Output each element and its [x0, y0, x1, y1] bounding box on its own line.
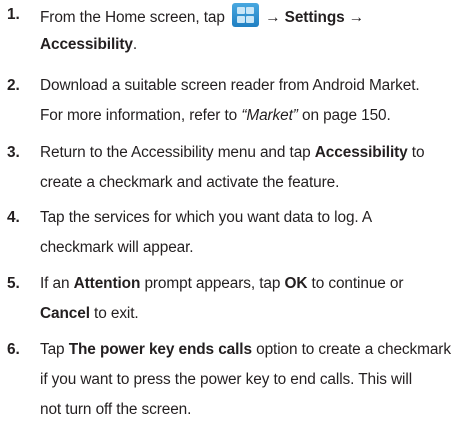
applications-grid-icon: [232, 3, 260, 27]
step-text-line: Tap The power key ends calls option to c…: [40, 338, 451, 362]
step-text-line: For more information, refer to “Market” …: [40, 104, 391, 128]
step-text: prompt appears, tap: [140, 275, 285, 292]
button-name-ok: OK: [284, 275, 308, 292]
step-text: to continue or: [307, 275, 404, 292]
step-number: 1.: [7, 6, 20, 23]
step-number: 5.: [7, 275, 20, 292]
arrow-glyph: →: [261, 9, 285, 26]
step-text-line: Return to the Accessibility menu and tap…: [40, 141, 425, 165]
step-text: to exit.: [89, 305, 139, 322]
step-text-line: From the Home screen, tap → Settings →: [40, 3, 364, 30]
cross-reference: “Market”: [241, 107, 298, 124]
step-text-line: not turn off the screen.: [40, 401, 192, 418]
option-accessibility: Accessibility: [314, 144, 408, 161]
button-name-cancel: Cancel: [40, 305, 90, 322]
step-text: to: [407, 144, 425, 161]
step-number: 3.: [7, 144, 20, 161]
step-text-line: if you want to press the power key to en…: [40, 371, 413, 388]
step-text: Return to the Accessibility menu and tap: [40, 144, 315, 161]
step-text-line: checkmark will appear.: [40, 239, 194, 256]
option-power-key-ends-calls: The power key ends calls: [68, 341, 252, 358]
step-text: If an: [40, 275, 74, 292]
menu-path-accessibility: Accessibility: [40, 36, 133, 53]
step-text: option to create a checkmark: [251, 341, 451, 358]
step-text-line: create a checkmark and activate the feat…: [40, 174, 340, 191]
step-text-line: Accessibility.: [40, 33, 137, 57]
step-text-line: Cancel to exit.: [40, 302, 139, 326]
step-text: From the Home screen, tap: [40, 9, 230, 26]
menu-path-settings: Settings: [284, 9, 345, 26]
arrow-glyph: →: [344, 9, 365, 26]
step-text-line: Tap the services for which you want data…: [40, 209, 373, 226]
step-text-line: If an Attention prompt appears, tap OK t…: [40, 272, 404, 296]
step-text-line: Download a suitable screen reader from A…: [40, 77, 420, 94]
step-number: 2.: [7, 77, 20, 94]
step-text: on page 150.: [297, 107, 391, 124]
step-number: 4.: [7, 209, 20, 226]
step-text: .: [132, 36, 137, 53]
prompt-attention: Attention: [73, 275, 141, 292]
step-number: 6.: [7, 341, 20, 358]
step-text: For more information, refer to: [40, 107, 242, 124]
step-text: Tap: [40, 341, 69, 358]
